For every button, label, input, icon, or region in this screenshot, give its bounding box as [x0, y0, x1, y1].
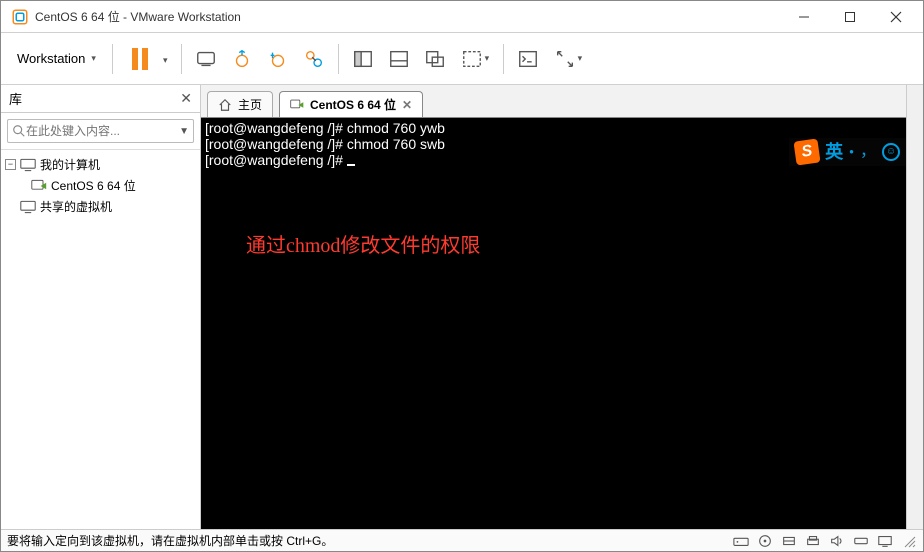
snapshot-take-button[interactable]	[224, 41, 260, 77]
hdd-icon[interactable]	[733, 534, 749, 548]
vm-running-icon	[31, 179, 47, 193]
tree-shared-vms[interactable]: 共享的虚拟机	[3, 196, 198, 217]
tab-close-button[interactable]: ✕	[402, 98, 412, 112]
tree-label: 共享的虚拟机	[40, 198, 112, 215]
close-button[interactable]	[873, 2, 919, 32]
vm-running-icon	[290, 98, 304, 112]
tab-label: CentOS 6 64 位	[310, 96, 396, 113]
power-dropdown[interactable]	[161, 50, 175, 68]
ime-mode-dot[interactable]: ●	[849, 144, 854, 160]
library-search[interactable]: ▼	[7, 119, 194, 143]
sound-icon[interactable]	[829, 534, 845, 548]
pause-vm-button[interactable]	[119, 41, 161, 77]
network-icon[interactable]	[781, 534, 797, 548]
status-bar: 要将输入定向到该虚拟机，请在虚拟机内部单击或按 Ctrl+G。	[1, 529, 923, 551]
ime-punct[interactable]: ，	[860, 144, 876, 160]
display-icon[interactable]	[877, 534, 893, 548]
monitor-icon	[20, 158, 36, 172]
library-header: 库 ✕	[1, 85, 200, 113]
toolbar-divider	[338, 44, 339, 74]
tree-my-computer[interactable]: − 我的计算机	[3, 154, 198, 175]
shared-monitor-icon	[20, 200, 36, 214]
maximize-button[interactable]	[827, 2, 873, 32]
window-title: CentOS 6 64 位 - VMware Workstation	[35, 8, 241, 25]
search-input[interactable]	[26, 124, 179, 138]
toolbar-divider	[181, 44, 182, 74]
status-hint: 要将输入定向到该虚拟机，请在虚拟机内部单击或按 Ctrl+G。	[7, 532, 333, 549]
fullscreen-dropdown[interactable]	[453, 41, 497, 77]
tree-label: CentOS 6 64 位	[51, 177, 136, 194]
usb-icon[interactable]	[853, 534, 869, 548]
snapshot-revert-button[interactable]	[260, 41, 296, 77]
tree-label: 我的计算机	[40, 156, 100, 173]
cd-icon[interactable]	[757, 534, 773, 548]
expander-icon[interactable]: −	[5, 159, 16, 170]
send-ctrl-alt-del-button[interactable]	[188, 41, 224, 77]
tab-bar: 主页 CentOS 6 64 位 ✕	[201, 85, 906, 117]
vmware-logo-icon	[11, 8, 29, 26]
tab-label: 主页	[238, 96, 262, 113]
sogou-icon[interactable]: S	[794, 138, 821, 165]
snapshot-manager-button[interactable]	[296, 41, 332, 77]
device-tray	[733, 534, 917, 548]
terminal-view[interactable]: [root@wangdefeng /]# chmod 760 ywb [root…	[201, 117, 906, 529]
terminal-line: [root@wangdefeng /]# chmod 760 ywb	[205, 120, 902, 136]
library-tree: − 我的计算机 CentOS 6 64 位 共享的虚拟机	[1, 150, 200, 221]
search-icon	[12, 124, 26, 138]
terminal-cursor	[347, 164, 355, 166]
minimize-button[interactable]	[781, 2, 827, 32]
annotation-text: 通过chmod修改文件的权限	[246, 238, 480, 254]
tab-centos[interactable]: CentOS 6 64 位 ✕	[279, 91, 423, 117]
vertical-scrollbar[interactable]	[906, 85, 923, 529]
titlebar: CentOS 6 64 位 - VMware Workstation	[1, 1, 923, 33]
library-close-button[interactable]: ✕	[180, 90, 192, 107]
printer-icon[interactable]	[805, 534, 821, 548]
stretch-dropdown[interactable]	[546, 41, 590, 77]
ime-lang[interactable]: 英	[825, 144, 843, 160]
unity-mode-button[interactable]	[417, 41, 453, 77]
library-title: 库	[9, 89, 22, 108]
view-split-button[interactable]	[381, 41, 417, 77]
toolbar-divider	[503, 44, 504, 74]
resize-grip[interactable]	[901, 534, 917, 548]
tab-home[interactable]: 主页	[207, 91, 273, 117]
ime-emoji-button[interactable]: ☺	[882, 143, 900, 161]
library-sidebar: 库 ✕ ▼ − 我的计算机 CentOS 6 64 位 共享的	[1, 85, 201, 529]
toolbar-divider	[112, 44, 113, 74]
console-button[interactable]	[510, 41, 546, 77]
toolbar: Workstation	[1, 33, 923, 85]
main-panel: 主页 CentOS 6 64 位 ✕ [root@wangdefeng /]# …	[201, 85, 906, 529]
workstation-menu[interactable]: Workstation	[7, 45, 106, 72]
home-icon	[218, 98, 232, 112]
content-area: 库 ✕ ▼ − 我的计算机 CentOS 6 64 位 共享的	[1, 85, 923, 529]
ime-toolbar[interactable]: S 英 ● ， ☺	[789, 138, 906, 166]
search-dropdown[interactable]: ▼	[179, 126, 189, 137]
tree-centos-vm[interactable]: CentOS 6 64 位	[3, 175, 198, 196]
view-single-button[interactable]	[345, 41, 381, 77]
